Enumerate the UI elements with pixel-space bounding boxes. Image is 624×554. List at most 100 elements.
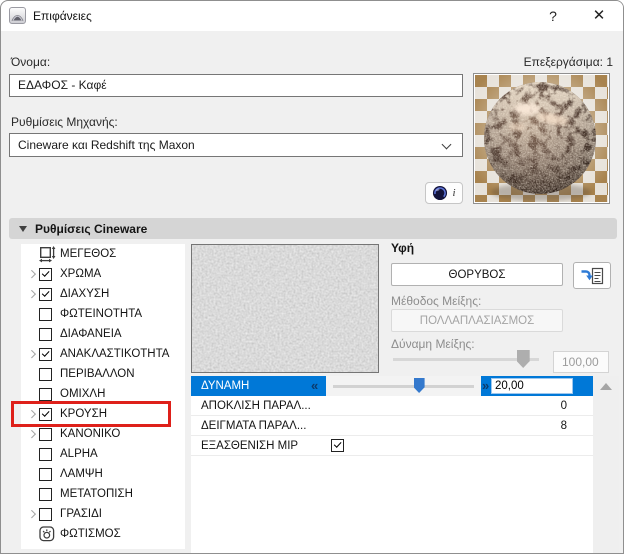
channel-checkbox[interactable] (39, 267, 52, 281)
info-label: i (452, 187, 456, 199)
channel-item[interactable]: ΟΜΙΧΛΗ (21, 384, 185, 404)
name-input[interactable]: ΕΔΑΦΟΣ - Καφέ (9, 74, 463, 97)
channel-item[interactable]: ΓΡΑΣΙΔΙ (21, 504, 185, 524)
property-row[interactable]: ΕΞΑΣΘΕΝΙΣΗ MIP (191, 436, 593, 456)
texture-preview[interactable] (191, 244, 379, 373)
channel-checkbox[interactable] (39, 447, 52, 461)
property-label: ΔΕΙΓΜΑΤΑ ΠΑΡΑΛ... (201, 420, 307, 432)
channel-label: ALPHA (60, 448, 98, 460)
channel-checkbox[interactable] (39, 507, 52, 521)
channel-label: ΟΜΙΧΛΗ (60, 388, 106, 400)
material-preview[interactable] (473, 73, 610, 204)
close-button[interactable]: ✕ (582, 1, 616, 31)
channel-label: ΛΑΜΨΗ (60, 468, 103, 480)
cinema4d-icon (432, 185, 448, 201)
channel-item[interactable]: ΦΩΤΙΣΜΟΣ (21, 524, 185, 544)
channel-item[interactable]: ΔΙΑΦΑΝΕΙΑ (21, 324, 185, 344)
texture-load-button[interactable] (573, 262, 611, 289)
cinema4d-info-button[interactable]: i (425, 182, 463, 204)
channel-checkbox[interactable] (39, 427, 52, 441)
channel-label: ΜΕΤΑΤΟΠΙΣΗ (60, 488, 133, 500)
section-header[interactable]: Ρυθμίσεις Cineware (9, 218, 617, 239)
light-icon (39, 526, 55, 542)
expander-chevron-icon[interactable] (27, 510, 36, 518)
property-row[interactable]: ΔΥΝΑΜΗ « » 20,00 (191, 376, 593, 396)
channel-label: ΔΙΑΧΥΣΗ (60, 288, 110, 300)
property-value: 8 (560, 420, 567, 432)
help-button[interactable]: ? (536, 1, 570, 31)
texture-type-button[interactable]: ΘΟΡΥΒΟΣ (391, 263, 563, 286)
expander-chevron-icon[interactable] (27, 410, 36, 418)
engine-select[interactable]: Cineware και Redshift της Maxon (9, 133, 463, 157)
property-label: ΔΥΝΑΜΗ (201, 380, 250, 392)
chevron-down-icon (441, 139, 452, 150)
channel-item[interactable]: ΛΑΜΨΗ (21, 464, 185, 484)
property-value: 0 (560, 400, 567, 412)
channel-item[interactable]: ΔΙΑΧΥΣΗ (21, 284, 185, 304)
scroll-up-icon[interactable] (600, 383, 612, 390)
channel-checkbox[interactable] (39, 467, 52, 481)
expander-chevron-icon[interactable] (27, 430, 36, 438)
channel-label: ΠΕΡΙΒΑΛΛΟΝ (60, 368, 135, 380)
channel-label: ΧΡΩΜΑ (60, 268, 102, 280)
channel-label: ΚΑΝΟΝΙΚΟ (60, 428, 121, 440)
window-title: Επιφάνειες (33, 9, 92, 23)
editable-count: Επεξεργάσιμα: 1 (523, 55, 613, 69)
channel-label: ΚΡΟΥΣΗ (60, 408, 107, 420)
channel-checkbox[interactable] (39, 487, 52, 501)
texture-label: Υφή (391, 241, 415, 255)
mix-strength-value: 100,00 (553, 351, 609, 373)
channel-item[interactable]: ΜΕΓΕΘΟΣ (21, 244, 185, 264)
surfaces-icon (9, 7, 26, 24)
channel-item[interactable]: ΠΕΡΙΒΑΛΛΟΝ (21, 364, 185, 384)
channel-item[interactable]: ΚΑΝΟΝΙΚΟ (21, 424, 185, 444)
property-label: ΕΞΑΣΘΕΝΙΣΗ MIP (201, 440, 299, 452)
section-title: Ρυθμίσεις Cineware (35, 221, 148, 236)
name-label: Όνομα: (11, 55, 51, 69)
channel-list: ΜΕΓΕΘΟΣ ΧΡΩΜΑ ΔΙΑΧΥΣΗ ΦΩΤΕΙΝΟΤΗΤΑ ΔΙΑΦΑΝΕΙΑ Α… (21, 244, 185, 549)
load-texture-icon (579, 265, 605, 287)
titlebar: Επιφάνειες ? ✕ (1, 1, 623, 31)
property-row[interactable]: ΔΕΙΓΜΑΤΑ ΠΑΡΑΛ... 8 (191, 416, 593, 436)
mix-method-label: Μέθοδος Μείξης: (391, 294, 482, 308)
channel-label: ΑΝΑΚΛΑΣΤΙΚΟΤΗΤΑ (60, 348, 170, 360)
channel-checkbox[interactable] (39, 367, 52, 381)
property-row[interactable]: ΑΠΟΚΛΙΣΗ ΠΑΡΑΛ... 0 (191, 396, 593, 416)
engine-select-value: Cineware και Redshift της Maxon (18, 138, 195, 152)
engine-label: Ρυθμίσεις Μηχανής: (11, 115, 118, 129)
channel-item[interactable]: ΑΝΑΚΛΑΣΤΙΚΟΤΗΤΑ (21, 344, 185, 364)
channel-item[interactable]: ΦΩΤΕΙΝΟΤΗΤΑ (21, 304, 185, 324)
property-slider[interactable] (326, 376, 481, 396)
channel-checkbox[interactable] (39, 387, 52, 401)
channel-checkbox[interactable] (39, 407, 52, 421)
scrollbar[interactable] (593, 376, 619, 553)
expander-chevron-icon[interactable] (27, 290, 36, 298)
channel-item[interactable]: ΧΡΩΜΑ (21, 264, 185, 284)
channel-label: ΔΙΑΦΑΝΕΙΑ (60, 328, 122, 340)
channel-checkbox[interactable] (39, 327, 52, 341)
channel-item[interactable]: ΚΡΟΥΣΗ (21, 404, 185, 424)
collapse-triangle-icon[interactable] (19, 225, 27, 232)
property-checkbox[interactable] (331, 439, 344, 452)
expander-chevron-icon[interactable] (27, 270, 36, 278)
mix-strength-handle[interactable] (516, 350, 530, 368)
channel-item[interactable]: ALPHA (21, 444, 185, 464)
channel-label: ΓΡΑΣΙΔΙ (60, 508, 103, 520)
size-icon (39, 245, 56, 262)
mix-method-button: ΠΟΛΛΑΠΛΑΣΙΑΣΜΟΣ (391, 309, 563, 332)
channel-item[interactable]: ΜΕΤΑΤΟΠΙΣΗ (21, 484, 185, 504)
channel-checkbox[interactable] (39, 307, 52, 321)
property-table: ΔΥΝΑΜΗ « » 20,00 ΑΠΟΚΛΙΣΗ ΠΑΡΑΛ... 0 ΔΕΙΓΜΑΤΑ … (191, 376, 593, 553)
property-label: ΑΠΟΚΛΙΣΗ ΠΑΡΑΛ... (201, 400, 311, 412)
expander-chevron-icon[interactable] (27, 350, 36, 358)
property-slider-handle[interactable] (413, 378, 425, 393)
channel-checkbox[interactable] (39, 287, 52, 301)
spinner-decrease-icon[interactable]: « (311, 376, 318, 396)
mix-strength-label: Δύναμη Μείξης: (391, 337, 475, 351)
spinner-increase-icon[interactable]: » (482, 376, 489, 396)
surfaces-dialog: Επιφάνειες ? ✕ Όνομα: Επεξεργάσιμα: 1 ΕΔ… (0, 0, 624, 554)
channel-checkbox[interactable] (39, 347, 52, 361)
channel-label: ΦΩΤΙΣΜΟΣ (60, 528, 121, 540)
property-value-input[interactable]: 20,00 (491, 378, 573, 394)
channel-label: ΦΩΤΕΙΝΟΤΗΤΑ (60, 308, 143, 320)
